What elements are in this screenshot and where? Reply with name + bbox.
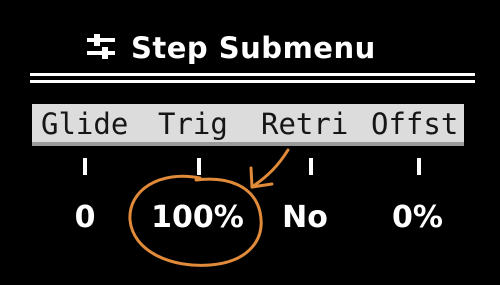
param-label-trig[interactable]: Trig <box>158 106 228 142</box>
annotation-arrow-head <box>249 166 274 189</box>
param-value-glide[interactable]: 0 <box>55 198 115 238</box>
param-label-retri[interactable]: Retri <box>261 106 348 142</box>
param-tick-trig <box>197 158 201 175</box>
param-tab-bar[interactable]: Glide Trig Retri Offst <box>32 104 464 146</box>
header-divider-top <box>30 73 475 76</box>
param-label-offst[interactable]: Offst <box>371 106 458 142</box>
header: Step Submenu <box>85 28 376 68</box>
param-value-offst[interactable]: 0% <box>375 198 460 238</box>
annotation-arrow-line <box>250 148 290 189</box>
param-tick-offst <box>417 158 421 175</box>
page-title: Step Submenu <box>131 31 376 65</box>
param-value-retri[interactable]: No <box>270 198 340 238</box>
param-label-glide[interactable]: Glide <box>41 106 128 142</box>
param-tick-retri <box>309 158 313 175</box>
param-tick-glide <box>83 158 87 175</box>
header-divider-bottom <box>30 80 475 83</box>
param-value-trig[interactable]: 100% <box>140 198 255 238</box>
sliders-icon <box>87 34 115 59</box>
